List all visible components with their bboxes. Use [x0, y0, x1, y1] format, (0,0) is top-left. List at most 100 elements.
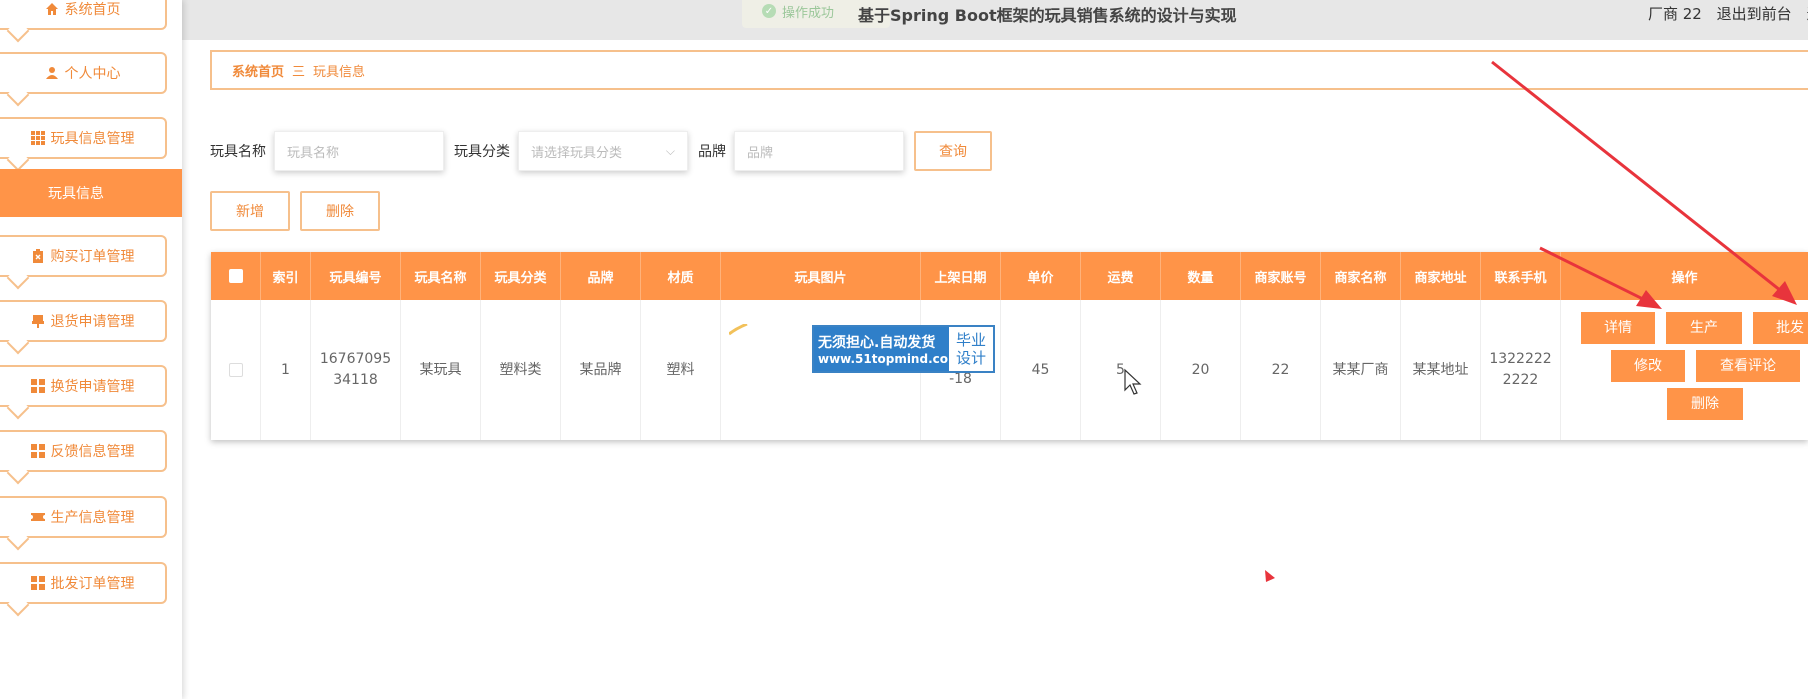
- header-cell: 单价: [1001, 252, 1081, 300]
- header-cell: 玩具分类: [481, 252, 561, 300]
- grid-icon: [30, 444, 45, 458]
- breadcrumb-current: 玩具信息: [313, 64, 366, 80]
- sidebar-item-label: 批发订单管理: [50, 576, 135, 592]
- header-cell: 联系手机: [1481, 252, 1561, 300]
- sidebar-item-label: 玩具信息管理: [50, 131, 135, 147]
- cell-merchant-address: 某某地址: [1401, 300, 1481, 440]
- toy-image-icon: [729, 324, 748, 336]
- row-delete-button[interactable]: 删除: [1667, 388, 1743, 420]
- sidebar-item-profile[interactable]: 个人中心: [0, 52, 167, 94]
- clipboard-icon: [31, 249, 45, 263]
- select-all-checkbox[interactable]: [228, 269, 243, 283]
- table-header: 索引 玩具编号 玩具名称 玩具分类 品牌 材质 玩具图片 上架日期 单价 运费 …: [211, 252, 1808, 300]
- user-area: 厂商 22 退出到前台 退: [1648, 3, 1808, 24]
- cell-category: 塑料类: [481, 300, 561, 440]
- cell-merchant-account: 22: [1241, 300, 1321, 440]
- view-comments-button[interactable]: 查看评论: [1696, 350, 1800, 382]
- sidebar-item-label: 换货申请管理: [50, 379, 135, 395]
- search-bar: 玩具名称 玩具名称 玩具分类 请选择玩具分类 ⌵ 品牌 品牌 查询: [210, 130, 992, 172]
- produce-button[interactable]: 生产: [1666, 312, 1742, 344]
- cell-freight: 5: [1081, 300, 1161, 440]
- brand-input[interactable]: 品牌: [734, 131, 904, 171]
- header-cell: 玩具编号: [311, 252, 401, 300]
- toy-category-label: 玩具分类: [454, 144, 510, 160]
- header-cell: 品牌: [561, 252, 641, 300]
- watermark-line1: 无须担心.自动发货: [818, 335, 936, 351]
- user-icon: [45, 66, 59, 80]
- check-icon: ✓: [762, 4, 776, 18]
- sidebar-item-label: 生产信息管理: [50, 510, 135, 526]
- breadcrumb-separator: 三: [292, 64, 306, 80]
- row-checkbox-cell: [211, 300, 261, 440]
- cell-name: 某玩具: [401, 300, 481, 440]
- cell-phone-line1: 1322222: [1489, 351, 1552, 367]
- toast-text: 操作成功: [782, 5, 835, 21]
- watermark-right2: 设计: [955, 349, 986, 367]
- sidebar-item-label: 反馈信息管理: [50, 444, 135, 460]
- grid-icon: [30, 379, 45, 393]
- header-cell: 玩具名称: [401, 252, 481, 300]
- cell-price: 45: [1001, 300, 1081, 440]
- cell-phone: 1322222 2222: [1481, 300, 1561, 440]
- sidebar-subitem-toy-info[interactable]: 玩具信息: [0, 169, 182, 217]
- add-button[interactable]: 新增: [210, 191, 290, 231]
- watermark-right1: 毕业: [955, 331, 986, 349]
- cell-merchant-name: 某某厂商: [1321, 300, 1401, 440]
- header-cell: 索引: [261, 252, 311, 300]
- query-button[interactable]: 查询: [914, 131, 992, 171]
- cell-operations: 详情 生产 批发 修改 查看评论 删除: [1561, 300, 1808, 440]
- header-cell: 数量: [1161, 252, 1241, 300]
- toy-category-select[interactable]: 请选择玩具分类 ⌵: [518, 131, 688, 171]
- sidebar-item-returns[interactable]: 退货申请管理: [0, 300, 167, 342]
- toy-name-input[interactable]: 玩具名称: [274, 131, 444, 171]
- header-cell: 操作: [1671, 270, 1698, 286]
- top-header: ✓ 操作成功 基于Spring Boot框架的玩具销售系统的设计与实现 厂商 2…: [0, 0, 1808, 40]
- watermark-line2: www.51topmind.com: [818, 352, 961, 366]
- header-cell: 商家名称: [1321, 252, 1401, 300]
- cell-index: 1: [261, 300, 311, 440]
- sidebar: 系统首页 个人中心 玩具信息管理 玩具信息 购买订单管理 退货申请管理 换货申请…: [0, 0, 182, 699]
- toy-name-placeholder: 玩具名称: [287, 145, 340, 161]
- watermark-right: 毕业 设计: [949, 327, 993, 371]
- cell-material: 塑料: [641, 300, 721, 440]
- brand-label: 品牌: [698, 144, 726, 160]
- watermark-left: 无须担心.自动发货 www.51topmind.com: [814, 327, 961, 371]
- header-cell: 材质: [641, 252, 721, 300]
- sidebar-item-label: 退货申请管理: [50, 314, 135, 330]
- header-cell: 商家账号: [1241, 252, 1321, 300]
- watermark-badge: 无须担心.自动发货 www.51topmind.com 毕业 设计: [812, 325, 995, 373]
- edit-button[interactable]: 修改: [1611, 350, 1685, 382]
- sidebar-item-exchanges[interactable]: 换货申请管理: [0, 365, 167, 407]
- header-cell: 上架日期: [921, 252, 1001, 300]
- cell-code: 16767095 34118: [311, 300, 401, 440]
- sidebar-item-feedback[interactable]: 反馈信息管理: [0, 430, 167, 472]
- delete-button[interactable]: 删除: [300, 191, 380, 231]
- to-front-link[interactable]: 退出到前台: [1717, 5, 1792, 23]
- header-cell: 运费: [1081, 252, 1161, 300]
- header-cell: 玩具图片: [721, 252, 921, 300]
- cell-code-line1: 16767095: [319, 351, 392, 367]
- breadcrumb: 系统首页 三 玩具信息: [210, 50, 1808, 90]
- toy-table: 索引 玩具编号 玩具名称 玩具分类 品牌 材质 玩具图片 上架日期 单价 运费 …: [211, 252, 1808, 440]
- breadcrumb-home[interactable]: 系统首页: [232, 61, 284, 80]
- toy-name-label: 玩具名称: [210, 144, 266, 160]
- sidebar-item-production[interactable]: 生产信息管理: [0, 496, 167, 538]
- grid-icon: [30, 131, 45, 145]
- grid-icon: [30, 576, 45, 590]
- sidebar-item-home[interactable]: 系统首页: [0, 0, 167, 30]
- sidebar-item-toy-info[interactable]: 玩具信息管理: [0, 117, 167, 159]
- sidebar-item-label: 个人中心: [64, 66, 121, 82]
- brand-placeholder: 品牌: [747, 145, 774, 161]
- detail-button[interactable]: 详情: [1581, 312, 1655, 344]
- wholesale-button[interactable]: 批发: [1753, 312, 1808, 344]
- cell-brand: 某品牌: [561, 300, 641, 440]
- ticket-icon: [30, 510, 45, 524]
- home-icon: [45, 2, 59, 16]
- site-title: 基于Spring Boot框架的玩具销售系统的设计与实现: [858, 6, 1237, 25]
- header-cell: 商家地址: [1401, 252, 1481, 300]
- sidebar-item-wholesale[interactable]: 批发订单管理: [0, 562, 167, 604]
- stamp-icon: [31, 314, 45, 328]
- sidebar-item-purchase-orders[interactable]: 购买订单管理: [0, 235, 167, 277]
- row-checkbox[interactable]: [228, 363, 243, 377]
- cell-code-line2: 34118: [333, 372, 378, 388]
